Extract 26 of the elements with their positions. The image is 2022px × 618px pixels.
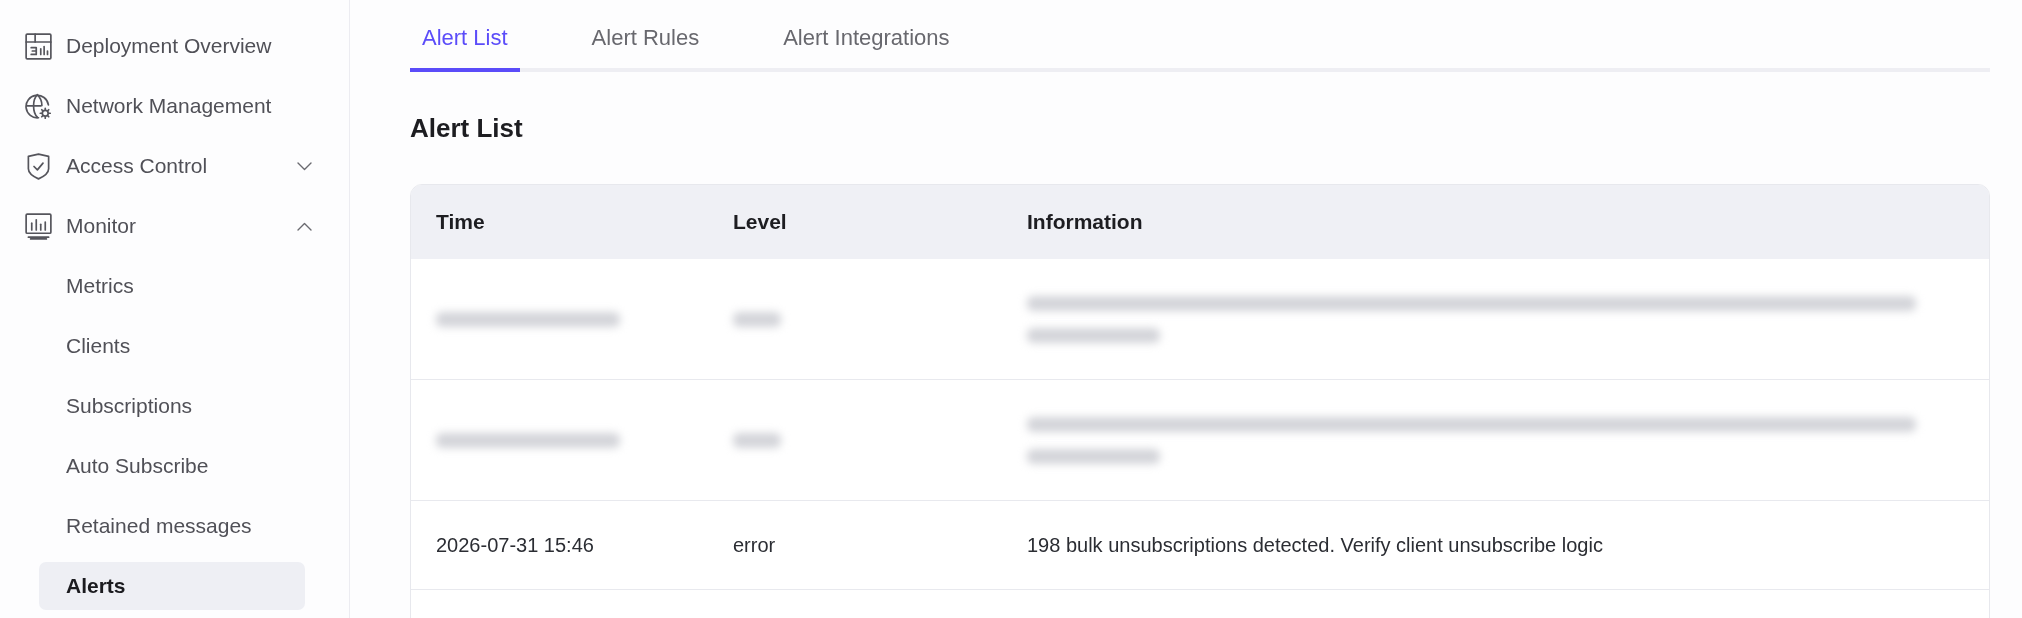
tab[interactable]: Alert List xyxy=(410,0,520,72)
sidebar-subitem[interactable]: Metrics xyxy=(39,262,305,310)
sidebar-item[interactable]: Monitor xyxy=(14,202,320,250)
dashboard-icon xyxy=(25,32,52,60)
page-heading: Alert List xyxy=(410,112,523,144)
bar-chart-monitor-icon xyxy=(25,212,52,240)
sidebar-item[interactable]: Deployment Overview xyxy=(14,22,320,70)
blurred-text xyxy=(733,311,781,327)
table-cell-text: 198 bulk unsubscriptions detected. Verify client unsubscribe logic xyxy=(1027,533,1603,558)
sidebar-subitem[interactable]: Alerts xyxy=(39,562,305,610)
tab[interactable]: Alert Integrations xyxy=(771,0,962,72)
column-header: Level xyxy=(733,209,787,235)
shield-check-icon xyxy=(25,152,52,180)
table-cell-text: 2026-07-31 15:46 xyxy=(436,533,594,558)
sidebar-subitem[interactable]: Retained messages xyxy=(39,502,305,550)
sidebar-subitem[interactable]: Auto Subscribe xyxy=(39,442,305,490)
column-header: Time xyxy=(436,209,485,235)
column-header: Information xyxy=(1027,209,1143,235)
blurred-text xyxy=(733,432,781,448)
globe-gear-icon xyxy=(25,92,52,120)
sidebar-subitem[interactable]: Subscriptions xyxy=(39,382,305,430)
sidebar-subitem[interactable]: Clients xyxy=(39,322,305,370)
tab[interactable]: Alert Rules xyxy=(579,0,712,72)
sidebar-item[interactable]: Access Control xyxy=(14,142,320,190)
sidebar-item[interactable]: Network Management xyxy=(14,82,320,130)
table-cell-text: error xyxy=(733,533,776,558)
